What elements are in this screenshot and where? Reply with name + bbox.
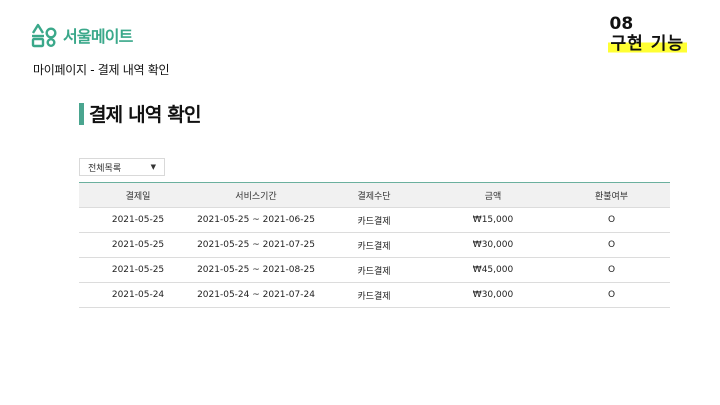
cell-amount: ₩45,000 [472,265,514,275]
payment-table: 결제일 서비스기간 결제수단 금액 환불여부 2021-05-25 2021-0… [79,182,670,308]
cell-amount: ₩15,000 [472,215,514,225]
table-row[interactable]: 2021-05-25 2021-05-25 ~ 2021-06-25 카드결제 … [79,208,670,233]
cell-refund: O [607,215,616,225]
cell-payment-method: 카드결제 [357,216,391,227]
brand-logo[interactable]: 서울메이트 [31,22,133,48]
column-header-payment-date[interactable]: 결제일 [79,189,197,202]
column-header-amount[interactable]: 금액 [433,189,553,202]
table-row[interactable]: 2021-05-25 2021-05-25 ~ 2021-07-25 카드결제 … [79,233,670,258]
cell-amount: ₩30,000 [472,290,514,300]
logo-mark-icon [31,23,57,48]
section-number: 08 [609,14,634,34]
cell-payment-date: 2021-05-24 [111,290,165,300]
cell-payment-method: 카드결제 [357,241,391,252]
cell-payment-date: 2021-05-25 [111,215,165,225]
table-row[interactable]: 2021-05-24 2021-05-24 ~ 2021-07-24 카드결제 … [79,283,670,308]
cell-amount: ₩30,000 [472,240,514,250]
page-title-text: 결제 내역 확인 [89,104,202,126]
cell-refund: O [607,290,616,300]
cell-service-period: 2021-05-25 ~ 2021-07-25 [197,240,315,250]
cell-payment-method: 카드결제 [357,291,391,302]
cell-service-period: 2021-05-24 ~ 2021-07-24 [197,290,315,300]
chevron-down-icon: ▼ [150,163,156,171]
column-header-service-period[interactable]: 서비스기간 [197,189,315,202]
column-header-refund[interactable]: 환불여부 [553,189,670,202]
section-badge: 08 구현 기능 [607,14,687,54]
table-row[interactable]: 2021-05-25 2021-05-25 ~ 2021-08-25 카드결제 … [79,258,670,283]
cell-payment-date: 2021-05-25 [111,265,165,275]
section-title: 구현 기능 [607,34,687,54]
cell-service-period: 2021-05-25 ~ 2021-08-25 [197,265,315,275]
cell-payment-method: 카드결제 [357,266,391,277]
filter-selected-value: 전체목록 [88,163,122,174]
brand-name: 서울메이트 [63,27,133,46]
table-header-row: 결제일 서비스기간 결제수단 금액 환불여부 [79,183,670,208]
page-title: 결제 내역 확인 [79,100,202,127]
title-accent-bar [79,102,84,125]
breadcrumb: 마이페이지 - 결제 내역 확인 [33,63,170,77]
cell-refund: O [607,240,616,250]
cell-refund: O [607,265,616,275]
cell-service-period: 2021-05-25 ~ 2021-06-25 [197,215,315,225]
column-header-payment-method[interactable]: 결제수단 [315,189,433,202]
filter-select[interactable]: 전체목록 ▼ [79,158,165,176]
cell-payment-date: 2021-05-25 [111,240,165,250]
